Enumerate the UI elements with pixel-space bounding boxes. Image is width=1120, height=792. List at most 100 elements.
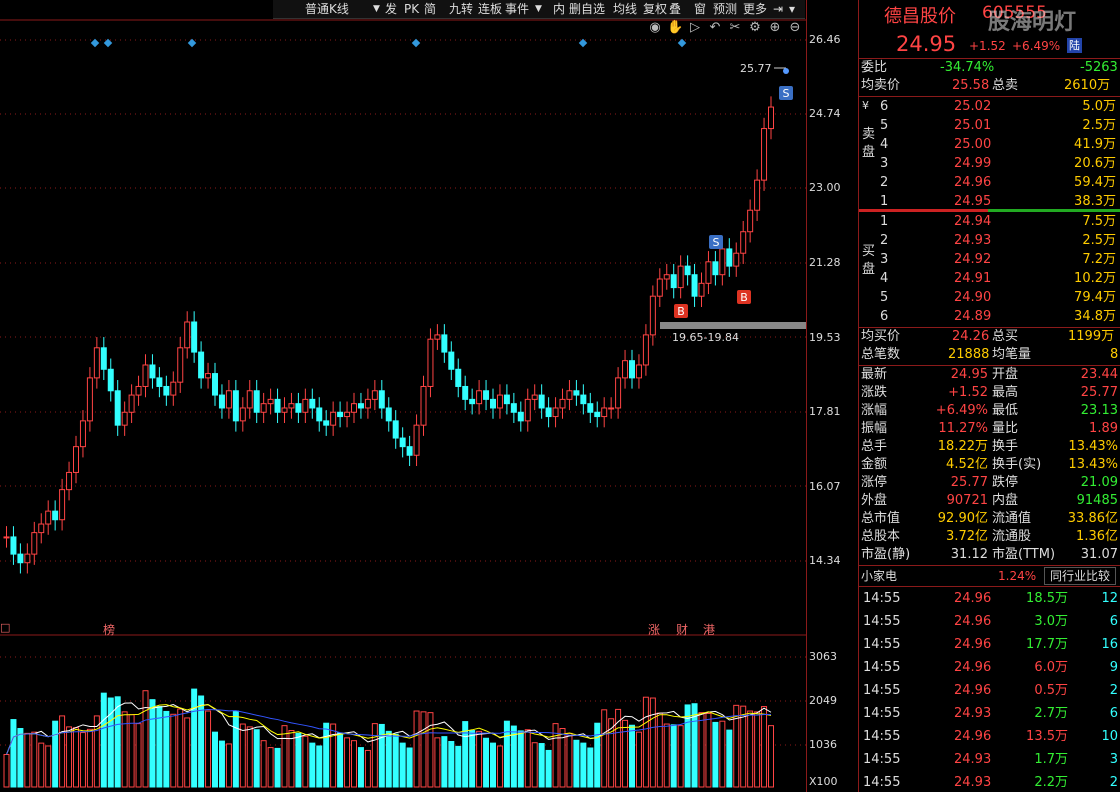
pin-dropdown-icon[interactable]: ▾ xyxy=(789,1,795,17)
volume-bar xyxy=(170,713,177,788)
tick-row[interactable]: 14:55 24.96 13.5万 10 xyxy=(858,728,1120,746)
candle-body xyxy=(691,274,698,297)
stats-row: 最新 24.95 开盘 23.44 xyxy=(861,367,1118,382)
buy-level-row[interactable]: 6 24.89 34.8万 xyxy=(858,308,1120,326)
candle-body xyxy=(545,407,552,418)
candle-body xyxy=(371,390,378,400)
buy-level-row[interactable]: 5 24.90 79.4万 xyxy=(858,289,1120,307)
volume-bar xyxy=(580,742,587,788)
ratio-row: 委比 -34.74% -5263 xyxy=(861,60,1118,75)
avg-sell-row: 均卖价 25.58 总卖 2610万 xyxy=(861,78,1111,93)
buy-level-row[interactable]: 3 24.92 7.2万 xyxy=(858,251,1120,269)
toolbar-item-11[interactable]: 叠 xyxy=(669,1,681,17)
toolbar-item-12[interactable]: 窗 xyxy=(694,1,706,17)
volume-bar xyxy=(427,712,434,788)
price-tick-label: 17.81 xyxy=(809,405,841,418)
volume-bar xyxy=(476,730,483,788)
toolbar-item-8[interactable]: 删自选 xyxy=(569,1,605,17)
stats-row: 总手 18.22万 换手 13.43% xyxy=(861,439,1118,454)
tick-row[interactable]: 14:55 24.96 6.0万 9 xyxy=(858,659,1120,677)
toolbar-item-1[interactable]: 发 xyxy=(385,1,397,17)
event-tag-cai[interactable]: 财 xyxy=(676,621,688,638)
tick-row[interactable]: 14:55 24.96 17.7万 16 xyxy=(858,636,1120,654)
price-tick-label: 19.53 xyxy=(809,331,841,344)
tick-row[interactable]: 14:55 24.96 3.0万 6 xyxy=(858,613,1120,631)
sell-level-row[interactable]: 5 25.01 2.5万 xyxy=(858,117,1120,135)
chart-tools: ◉ ✋ ▷ ↶ ✂ ⚙ ⊕ ⊖ xyxy=(640,20,805,38)
candle-body xyxy=(559,398,566,409)
toolbar-item-5[interactable]: 连板 xyxy=(478,1,502,17)
volume-bar xyxy=(538,743,545,788)
tick-row[interactable]: 14:55 24.93 2.2万 2 xyxy=(858,774,1120,792)
toolbar-item-6[interactable]: 事件 xyxy=(505,1,529,17)
toolbar-item-13[interactable]: 预测 xyxy=(713,1,737,17)
volume-bar xyxy=(364,749,371,788)
event-tag-box[interactable]: □ xyxy=(0,621,10,634)
toolbar-item-3[interactable]: 简 xyxy=(424,1,436,17)
play-icon[interactable]: ▷ xyxy=(687,20,703,36)
eye-icon[interactable]: ◉ xyxy=(647,20,663,36)
tick-row[interactable]: 14:55 24.96 18.5万 12 xyxy=(858,590,1120,608)
dropdown-arrow-icon[interactable]: ▼ xyxy=(535,1,542,17)
scissors-icon[interactable]: ✂ xyxy=(727,20,743,36)
volume-bar xyxy=(184,717,191,788)
toolbar-item-0[interactable]: 普通K线 xyxy=(305,1,349,17)
toolbar-item-2[interactable]: PK xyxy=(404,1,419,17)
candle-body xyxy=(420,385,427,426)
sell-level-row[interactable]: 2 24.96 59.4万 xyxy=(858,174,1120,192)
candle-body xyxy=(378,390,385,409)
stock-header: 德昌股价 605555 股海明灯 24.95 +1.52 +6.49% 陆 xyxy=(858,0,1120,58)
candle-body xyxy=(629,360,635,379)
stats-row: 涨幅 +6.49% 最低 23.13 xyxy=(861,403,1118,418)
pin-icon[interactable]: ⇥ xyxy=(773,1,783,17)
candle-body xyxy=(642,334,649,366)
diamond-marker xyxy=(90,38,100,48)
tick-row[interactable]: 14:55 24.93 1.7万 3 xyxy=(858,751,1120,769)
sector-name[interactable]: 小家电 xyxy=(861,567,897,585)
sell-level-row[interactable]: 6 25.02 5.0万 xyxy=(858,98,1120,116)
volume-bar xyxy=(677,725,684,788)
tick-row[interactable]: 14:55 24.93 2.7万 6 xyxy=(858,705,1120,723)
candle-body xyxy=(580,394,587,405)
stats-row: 总股本 3.72亿 流通股 1.36亿 xyxy=(861,529,1118,544)
buy-level-row[interactable]: 4 24.91 10.2万 xyxy=(858,270,1120,288)
buy-level-row[interactable]: 2 24.93 2.5万 xyxy=(858,232,1120,250)
volume-bar xyxy=(740,705,747,788)
compare-button[interactable]: 同行业比较 xyxy=(1044,567,1116,585)
tick-row[interactable]: 14:55 24.96 0.5万 2 xyxy=(858,682,1120,700)
volume-bar xyxy=(302,735,309,788)
settings-icon[interactable]: ⚙ xyxy=(747,20,763,36)
candle-body xyxy=(531,394,538,400)
toolbar-item-10[interactable]: 复权 xyxy=(643,1,667,17)
sell-level-row[interactable]: 3 24.99 20.6万 xyxy=(858,155,1120,173)
toolbar-item-14[interactable]: 更多 xyxy=(743,1,767,17)
toolbar-item-4[interactable]: 九转 xyxy=(449,1,473,17)
volume-bar xyxy=(3,754,10,788)
price-change-pct: +6.49% xyxy=(1012,39,1061,53)
volume-bar xyxy=(573,739,580,788)
candle-body xyxy=(323,420,330,426)
volume-bar xyxy=(371,723,378,788)
volume-bar xyxy=(309,742,316,788)
volume-bar xyxy=(420,711,427,788)
sell-level-row[interactable]: 4 25.00 41.9万 xyxy=(858,136,1120,154)
volume-bar xyxy=(114,696,121,788)
buy-level-row[interactable]: 1 24.94 7.5万 xyxy=(858,213,1120,231)
event-tag-zhang[interactable]: 涨 xyxy=(648,621,660,638)
range-band xyxy=(660,322,806,329)
dropdown-arrow-icon[interactable]: ▼ xyxy=(373,1,380,17)
candle-body xyxy=(510,403,517,413)
volume-bar xyxy=(378,723,385,788)
zoom-in-icon[interactable]: ⊕ xyxy=(767,20,783,36)
volume-bar xyxy=(656,712,663,788)
zoom-out-icon[interactable]: ⊖ xyxy=(787,20,803,36)
kline-chart[interactable]: S S B B xyxy=(0,0,858,792)
event-tag-bang[interactable]: 榜 xyxy=(103,621,115,638)
toolbar-item-9[interactable]: 均线 xyxy=(613,1,637,17)
volume-bar xyxy=(392,733,399,788)
candle-body xyxy=(45,510,52,525)
toolbar-item-7[interactable]: 内 xyxy=(553,1,565,17)
event-tag-gang[interactable]: 港 xyxy=(703,621,715,638)
hand-icon[interactable]: ✋ xyxy=(667,20,683,36)
undo-icon[interactable]: ↶ xyxy=(707,20,723,36)
